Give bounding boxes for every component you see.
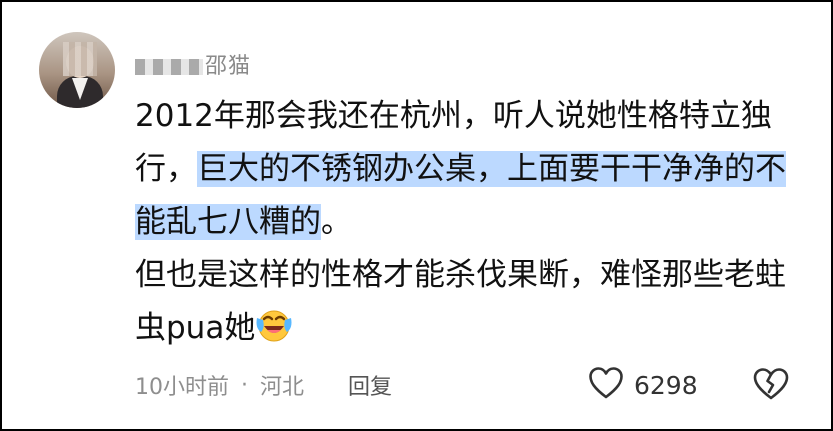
comment-location: 河北 xyxy=(260,375,305,400)
avatar[interactable] xyxy=(39,32,115,108)
comment-text: 2012年那会我还在杭州，听人说她性格特立独行，巨大的不锈钢办公桌，上面要干干净… xyxy=(135,90,795,355)
comment-text-part3: 但也是这样的性格才能杀伐果断，难怪那些老蛀虫pua她 xyxy=(135,257,786,346)
like-button[interactable]: 6298 xyxy=(588,366,698,404)
dislike-button[interactable] xyxy=(752,367,790,405)
comment-meta: 10小时前 · 河北 回复 xyxy=(135,369,392,401)
username[interactable]: 邵猫 xyxy=(135,48,251,80)
username-redacted xyxy=(135,59,203,75)
reply-button[interactable]: 回复 xyxy=(348,369,392,401)
comment-time: 10小时前 xyxy=(135,375,229,400)
meta-separator: · xyxy=(241,372,248,398)
like-count: 6298 xyxy=(634,370,698,400)
comment-card: 邵猫 2012年那会我还在杭州，听人说她性格特立独行，巨大的不锈钢办公桌，上面要… xyxy=(0,0,833,431)
comment-text-part2: 。 xyxy=(321,204,352,240)
broken-heart-icon xyxy=(752,368,790,405)
comment-highlighted-text: 巨大的不锈钢办公桌，上面要干干净净的不能乱七八糟的 xyxy=(135,151,786,240)
laughing-tears-emoji-icon xyxy=(255,306,293,344)
username-text: 邵猫 xyxy=(205,54,252,79)
heart-icon xyxy=(588,366,624,404)
